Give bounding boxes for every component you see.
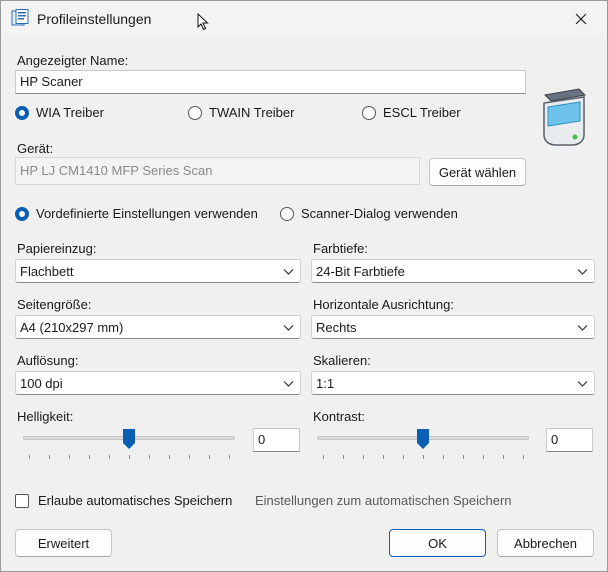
select-value: 24-Bit Farbtiefe bbox=[316, 263, 405, 279]
slider-tick bbox=[49, 455, 50, 459]
autosave-settings-link[interactable]: Einstellungen zum automatischen Speicher… bbox=[255, 493, 512, 508]
radio-label: Vordefinierte Einstellungen verwenden bbox=[36, 206, 258, 221]
chevron-down-icon bbox=[283, 325, 294, 331]
radio-predefined-settings[interactable]: Vordefinierte Einstellungen verwenden bbox=[15, 206, 258, 221]
orientation-select[interactable]: Rechts bbox=[311, 315, 595, 339]
slider-tick bbox=[323, 455, 324, 459]
autosave-checkbox-label: Erlaube automatisches Speichern bbox=[38, 493, 233, 508]
select-value: Rechts bbox=[316, 319, 357, 335]
slider-tick bbox=[363, 455, 364, 459]
title-bar: Profileinstellungen bbox=[1, 1, 607, 37]
contrast-label: Kontrast: bbox=[313, 409, 366, 424]
slider-tick bbox=[69, 455, 70, 459]
autosave-checkbox[interactable] bbox=[15, 493, 29, 508]
app-profile-icon bbox=[11, 9, 29, 26]
close-icon bbox=[575, 13, 587, 25]
window-title: Profileinstellungen bbox=[37, 11, 152, 27]
paper-feed-label: Papiereinzug: bbox=[17, 241, 97, 256]
brightness-value-input[interactable]: 0 bbox=[253, 428, 300, 452]
select-value: 1:1 bbox=[316, 375, 335, 391]
radio-label: ESCL Treiber bbox=[383, 105, 461, 120]
slider-tick bbox=[503, 455, 504, 459]
slider-tick bbox=[129, 455, 130, 459]
slider-thumb-icon[interactable] bbox=[123, 429, 135, 449]
color-depth-label: Farbtiefe: bbox=[313, 241, 368, 256]
slider-tick bbox=[109, 455, 110, 459]
select-value: A4 (210x297 mm) bbox=[20, 319, 124, 335]
slider-tick bbox=[343, 455, 344, 459]
select-value: Flachbett bbox=[20, 263, 74, 279]
choose-device-button[interactable]: Gerät wählen bbox=[429, 158, 526, 186]
slider-tick bbox=[383, 455, 384, 459]
page-size-label: Seitengröße: bbox=[17, 297, 92, 312]
brightness-label: Helligkeit: bbox=[17, 409, 74, 424]
orientation-label: Horizontale Ausrichtung: bbox=[313, 297, 454, 312]
slider-tick bbox=[483, 455, 484, 459]
profile-settings-dialog: Profileinstellungen Angezeigter Name: HP… bbox=[0, 0, 608, 572]
radio-twain-driver[interactable]: TWAIN Treiber bbox=[188, 105, 294, 120]
slider-tick bbox=[209, 455, 210, 459]
slider-tick bbox=[229, 455, 230, 459]
slider-tick bbox=[403, 455, 404, 459]
contrast-slider[interactable] bbox=[317, 429, 529, 459]
slider-tick bbox=[463, 455, 464, 459]
device-input: HP LJ CM1410 MFP Series Scan bbox=[15, 157, 420, 185]
page-size-select[interactable]: A4 (210x297 mm) bbox=[15, 315, 301, 339]
close-button[interactable] bbox=[563, 5, 599, 33]
radio-indicator bbox=[280, 206, 294, 221]
slider-ticks bbox=[323, 455, 524, 461]
contrast-value-input[interactable]: 0 bbox=[546, 428, 593, 452]
radio-scanner-dialog[interactable]: Scanner-Dialog verwenden bbox=[280, 206, 458, 221]
radio-indicator bbox=[188, 105, 202, 120]
mouse-cursor-icon bbox=[197, 13, 209, 31]
device-label: Gerät: bbox=[17, 141, 54, 156]
slider-ticks bbox=[29, 455, 230, 461]
slider-tick bbox=[169, 455, 170, 459]
scale-select[interactable]: 1:1 bbox=[311, 371, 595, 395]
slider-tick bbox=[443, 455, 444, 459]
slider-tick bbox=[189, 455, 190, 459]
chevron-down-icon bbox=[577, 269, 588, 275]
cancel-button[interactable]: Abbrechen bbox=[497, 529, 594, 557]
chevron-down-icon bbox=[577, 381, 588, 387]
autosave-option[interactable]: Erlaube automatisches Speichern bbox=[15, 493, 232, 508]
radio-escl-driver[interactable]: ESCL Treiber bbox=[362, 105, 461, 120]
color-depth-select[interactable]: 24-Bit Farbtiefe bbox=[311, 259, 595, 283]
scanner-icon bbox=[543, 88, 587, 146]
slider-tick bbox=[29, 455, 30, 459]
radio-label: WIA Treiber bbox=[36, 105, 104, 120]
radio-wia-driver[interactable]: WIA Treiber bbox=[15, 105, 104, 120]
chevron-down-icon bbox=[283, 381, 294, 387]
chevron-down-icon bbox=[577, 325, 588, 331]
slider-tick bbox=[149, 455, 150, 459]
brightness-slider[interactable] bbox=[23, 429, 235, 459]
radio-indicator bbox=[15, 105, 29, 120]
paper-feed-select[interactable]: Flachbett bbox=[15, 259, 301, 283]
radio-label: TWAIN Treiber bbox=[209, 105, 295, 120]
display-name-input[interactable]: HP Scaner bbox=[15, 70, 526, 94]
display-name-label: Angezeigter Name: bbox=[17, 53, 129, 68]
chevron-down-icon bbox=[283, 269, 294, 275]
select-value: 100 dpi bbox=[20, 375, 63, 391]
radio-indicator bbox=[362, 105, 376, 120]
radio-indicator bbox=[15, 206, 29, 221]
radio-label: Scanner-Dialog verwenden bbox=[301, 206, 458, 221]
advanced-button[interactable]: Erweitert bbox=[15, 529, 112, 557]
scale-label: Skalieren: bbox=[313, 353, 371, 368]
slider-thumb-icon[interactable] bbox=[417, 429, 429, 449]
ok-button[interactable]: OK bbox=[389, 529, 486, 557]
resolution-select[interactable]: 100 dpi bbox=[15, 371, 301, 395]
resolution-label: Auflösung: bbox=[17, 353, 79, 368]
slider-tick bbox=[89, 455, 90, 459]
slider-tick bbox=[523, 455, 524, 459]
slider-tick bbox=[423, 455, 424, 459]
